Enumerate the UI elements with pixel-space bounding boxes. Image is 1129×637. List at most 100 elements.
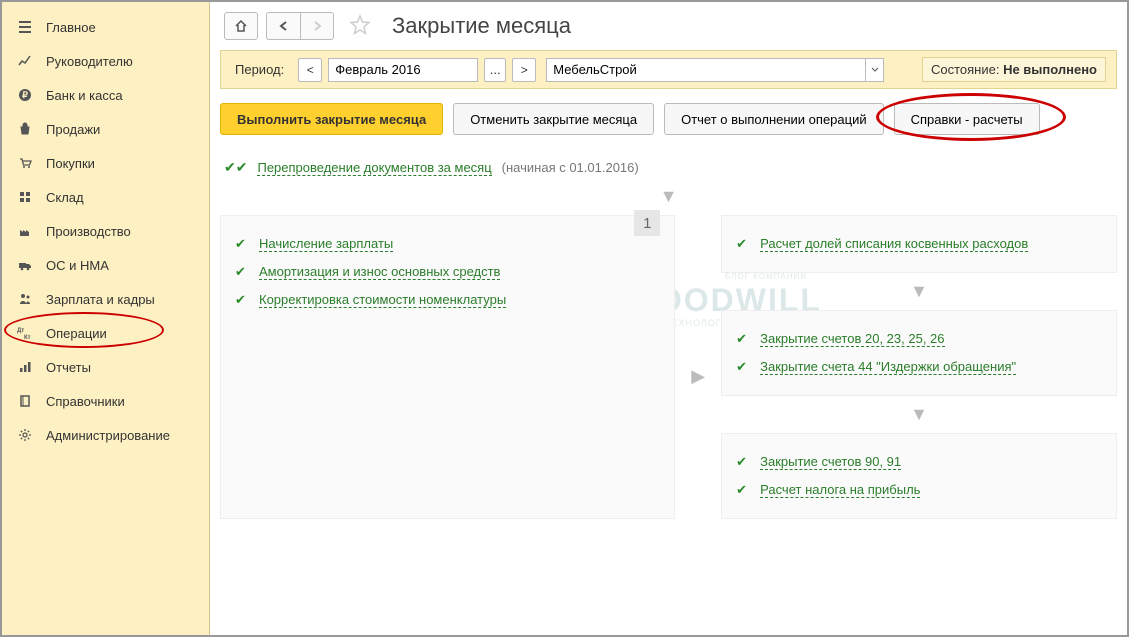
sidebar-item-label: Администрирование <box>46 428 170 443</box>
sidebar-item-manager[interactable]: Руководителю <box>2 44 209 78</box>
period-prev-button[interactable]: < <box>298 58 322 82</box>
period-bar: Период: < ... > Состояние: Не выполнено <box>220 50 1117 89</box>
operation-link[interactable]: Расчет долей списания косвенных расходов <box>760 236 1028 252</box>
operation-link[interactable]: Закрытие счетов 20, 23, 25, 26 <box>760 331 944 347</box>
operation-link[interactable]: Закрытие счета 44 "Издержки обращения" <box>760 359 1016 375</box>
operation-item: ✔ Закрытие счета 44 "Издержки обращения" <box>734 353 1104 381</box>
columns: 1 ✔ Начисление зарплаты ✔ Амортизация и … <box>220 215 1117 519</box>
step-badge: 1 <box>634 210 660 236</box>
menu-icon <box>16 18 34 36</box>
dtkt-icon: ДтКт <box>16 324 34 342</box>
check-icon: ✔ <box>235 236 249 252</box>
operation-item: ✔ Расчет долей списания косвенных расход… <box>734 230 1104 258</box>
operation-link[interactable]: Расчет налога на прибыль <box>760 482 920 498</box>
sidebar-item-label: Банк и касса <box>46 88 123 103</box>
sidebar-item-label: ОС и НМА <box>46 258 109 273</box>
right-block: ✔ Закрытие счетов 90, 91 ✔ Расчет налога… <box>721 433 1117 519</box>
gear-icon <box>16 426 34 444</box>
cancel-button[interactable]: Отменить закрытие месяца <box>453 103 654 135</box>
sidebar-item-main[interactable]: Главное <box>2 10 209 44</box>
home-button[interactable] <box>224 12 258 40</box>
forward-button[interactable] <box>300 12 334 40</box>
state-label: Состояние: <box>931 62 999 77</box>
boxes-icon <box>16 188 34 206</box>
star-icon[interactable] <box>348 13 374 39</box>
operation-item: ✔ Расчет налога на прибыль <box>734 476 1104 504</box>
operation-link[interactable]: Корректировка стоимости номенклатуры <box>259 292 506 308</box>
period-next-button[interactable]: > <box>512 58 536 82</box>
sidebar-item-operations[interactable]: ДтКт Операции <box>2 316 209 350</box>
down-arrow-icon: ▼ <box>721 281 1117 302</box>
sidebar-item-label: Продажи <box>46 122 100 137</box>
right-column: ✔ Расчет долей списания косвенных расход… <box>721 215 1117 519</box>
page-title: Закрытие месяца <box>392 13 571 39</box>
down-arrow-icon: ▼ <box>220 182 1117 211</box>
sidebar-item-assets[interactable]: ОС и НМА <box>2 248 209 282</box>
operation-link[interactable]: Закрытие счетов 90, 91 <box>760 454 901 470</box>
sidebar-item-bank[interactable]: ₽ Банк и касса <box>2 78 209 112</box>
sidebar-item-sales[interactable]: Продажи <box>2 112 209 146</box>
people-icon <box>16 290 34 308</box>
repost-note: (начиная с 01.01.2016) <box>502 160 639 175</box>
down-arrow-icon: ▼ <box>721 404 1117 425</box>
check-icon: ✔ <box>736 331 750 347</box>
truck-icon <box>16 256 34 274</box>
ruble-icon: ₽ <box>16 86 34 104</box>
bag-icon <box>16 120 34 138</box>
content: ✔✔ Перепроведение документов за месяц (н… <box>210 153 1127 635</box>
state-box: Состояние: Не выполнено <box>922 57 1106 82</box>
svg-text:Дт: Дт <box>17 328 24 334</box>
sidebar-item-directories[interactable]: Справочники <box>2 384 209 418</box>
execute-button[interactable]: Выполнить закрытие месяца <box>220 103 443 135</box>
organization-dropdown-button[interactable] <box>866 58 884 82</box>
back-button[interactable] <box>266 12 300 40</box>
sidebar: Главное Руководителю ₽ Банк и касса Прод… <box>2 2 210 635</box>
sidebar-item-label: Отчеты <box>46 360 91 375</box>
svg-text:₽: ₽ <box>22 90 28 100</box>
sidebar-item-warehouse[interactable]: Склад <box>2 180 209 214</box>
sidebar-item-label: Главное <box>46 20 96 35</box>
factory-icon <box>16 222 34 240</box>
organization-input[interactable] <box>546 58 866 82</box>
check-icon: ✔ <box>736 454 750 470</box>
check-icon: ✔ <box>736 236 750 252</box>
sidebar-item-production[interactable]: Производство <box>2 214 209 248</box>
operation-link[interactable]: Начисление зарплаты <box>259 236 393 252</box>
sidebar-item-label: Зарплата и кадры <box>46 292 155 307</box>
operation-item: ✔ Закрытие счетов 90, 91 <box>734 448 1104 476</box>
operation-item: ✔ Начисление зарплаты <box>233 230 662 258</box>
sidebar-item-label: Операции <box>46 326 107 341</box>
right-block: ✔ Расчет долей списания косвенных расход… <box>721 215 1117 273</box>
sidebar-item-label: Производство <box>46 224 131 239</box>
sidebar-item-purchases[interactable]: Покупки <box>2 146 209 180</box>
period-picker-button[interactable]: ... <box>484 58 506 82</box>
report-button[interactable]: Отчет о выполнении операций <box>664 103 884 135</box>
sidebar-item-label: Руководителю <box>46 54 133 69</box>
check-icon: ✔ <box>235 292 249 308</box>
period-month-input[interactable] <box>328 58 478 82</box>
svg-text:Кт: Кт <box>24 335 31 340</box>
cart-icon <box>16 154 34 172</box>
sidebar-item-salary[interactable]: Зарплата и кадры <box>2 282 209 316</box>
double-check-icon: ✔✔ <box>224 159 247 176</box>
actions-row: Выполнить закрытие месяца Отменить закры… <box>210 89 1127 153</box>
operation-link[interactable]: Амортизация и износ основных средств <box>259 264 500 280</box>
header-row: Закрытие месяца <box>210 2 1127 50</box>
sidebar-item-reports[interactable]: Отчеты <box>2 350 209 384</box>
state-value: Не выполнено <box>1003 62 1097 77</box>
operation-item: ✔ Корректировка стоимости номенклатуры <box>233 286 662 314</box>
repost-link[interactable]: Перепроведение документов за месяц <box>257 160 491 176</box>
sidebar-item-label: Склад <box>46 190 84 205</box>
right-arrow-icon: ▶ <box>691 366 705 387</box>
left-block: 1 ✔ Начисление зарплаты ✔ Амортизация и … <box>220 215 675 519</box>
right-block: ✔ Закрытие счетов 20, 23, 25, 26 ✔ Закры… <box>721 310 1117 396</box>
bars-icon <box>16 358 34 376</box>
app-root: Главное Руководителю ₽ Банк и касса Прод… <box>0 0 1129 637</box>
sidebar-item-admin[interactable]: Администрирование <box>2 418 209 452</box>
period-label: Период: <box>231 59 288 80</box>
book-icon <box>16 392 34 410</box>
sidebar-item-label: Покупки <box>46 156 95 171</box>
repost-row: ✔✔ Перепроведение документов за месяц (н… <box>220 153 1117 182</box>
operation-item: ✔ Закрытие счетов 20, 23, 25, 26 <box>734 325 1104 353</box>
references-button[interactable]: Справки - расчеты <box>894 103 1040 135</box>
